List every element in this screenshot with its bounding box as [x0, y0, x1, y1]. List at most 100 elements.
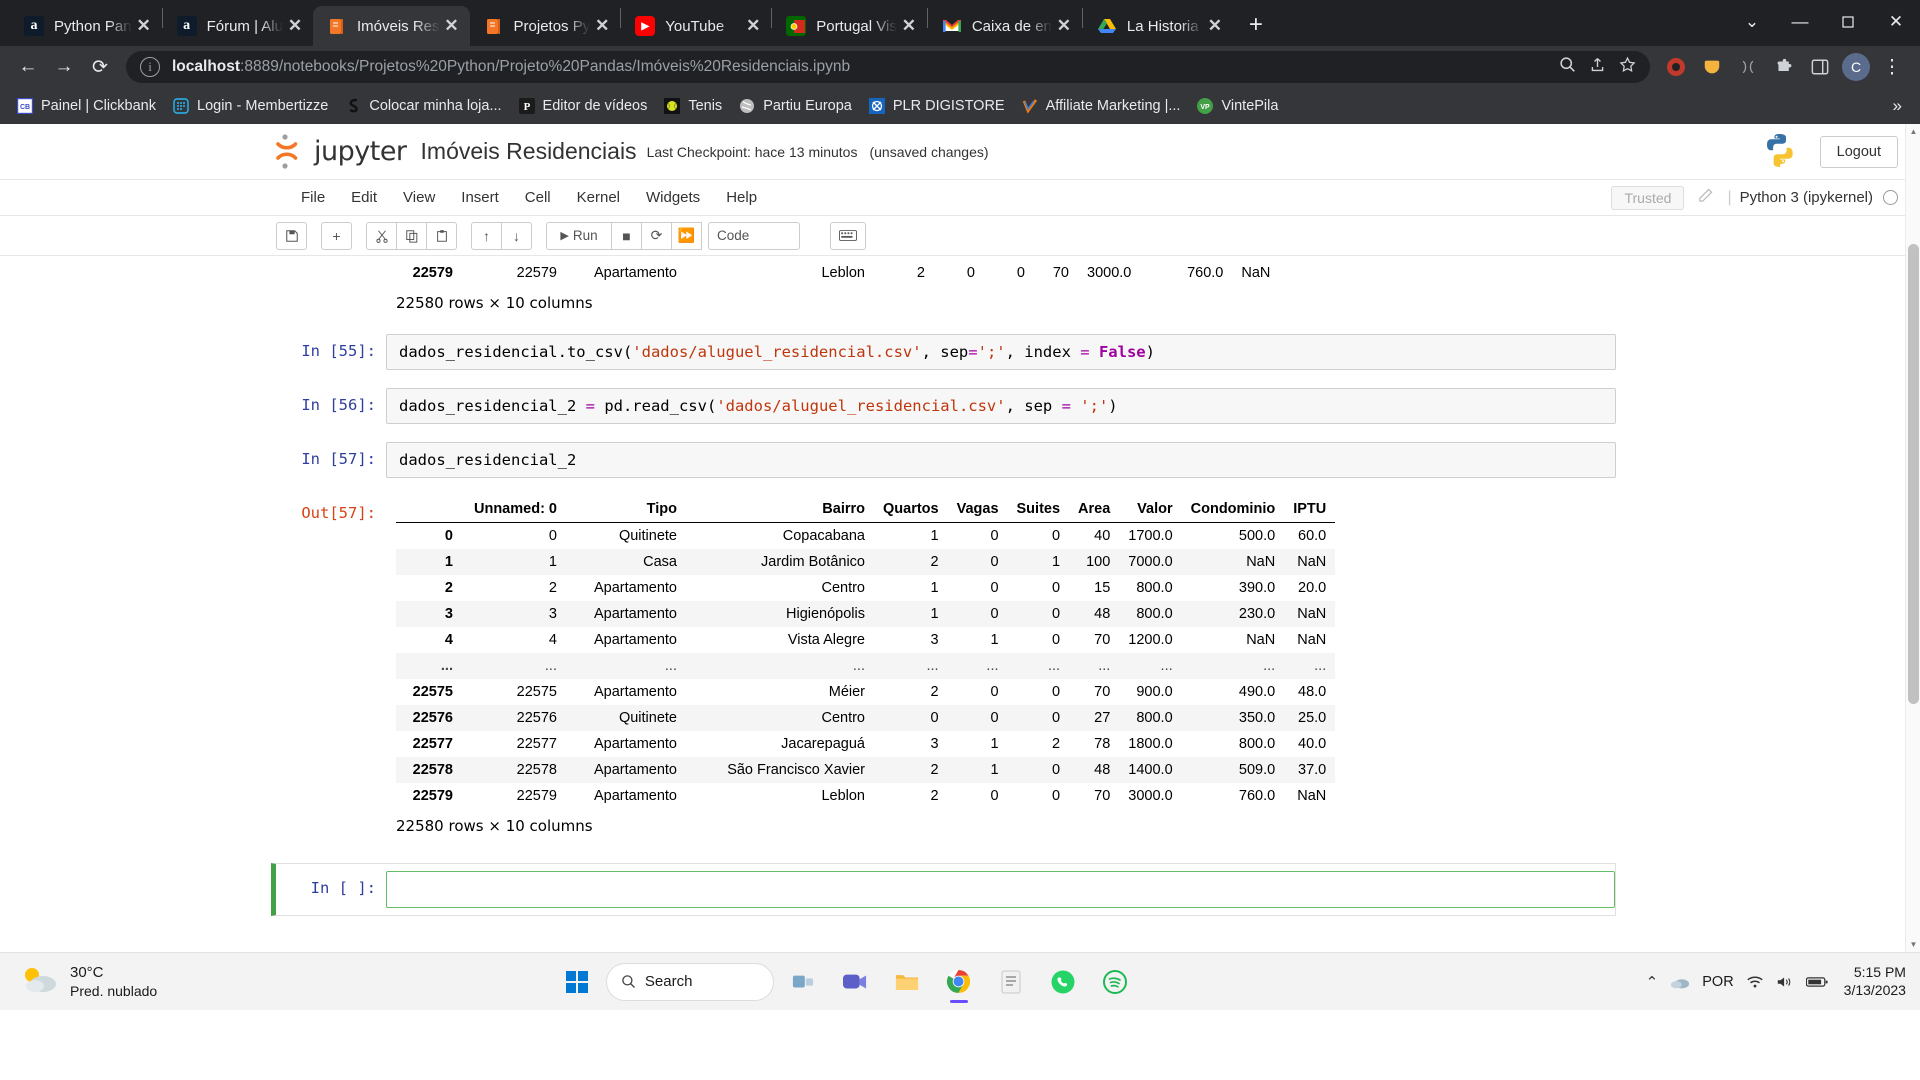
tray-chevron-icon[interactable]: ⌃ — [1646, 973, 1659, 991]
move-cell-up-button[interactable]: ↑ — [471, 221, 502, 250]
file-explorer-button[interactable] — [884, 959, 930, 1005]
notepad-button[interactable] — [988, 959, 1034, 1005]
bookmark-item[interactable]: VP VintePila — [1188, 93, 1286, 119]
minimize-button[interactable]: — — [1776, 0, 1824, 44]
chrome-button[interactable] — [936, 959, 982, 1005]
menu-item-widgets[interactable]: Widgets — [633, 185, 713, 210]
address-bar[interactable]: i localhost:8889/notebooks/Projetos%20Py… — [126, 51, 1650, 83]
menu-item-edit[interactable]: Edit — [338, 185, 390, 210]
close-tab-icon[interactable]: ✕ — [897, 14, 921, 38]
search-icon[interactable] — [1552, 56, 1582, 78]
code-editor-input[interactable]: dados_residencial.to_csv('dados/aluguel_… — [386, 334, 1616, 371]
taskbar-clock[interactable]: 5:15 PM 3/13/2023 — [1840, 964, 1906, 999]
close-tab-icon[interactable]: ✕ — [440, 14, 464, 38]
cut-cell-button[interactable] — [366, 221, 397, 250]
move-cell-down-button[interactable]: ↓ — [501, 221, 532, 250]
close-tab-icon[interactable]: ✕ — [283, 14, 307, 38]
star-icon[interactable] — [1612, 56, 1642, 78]
weather-widget[interactable]: 30°C Pred. nublado — [0, 962, 300, 1002]
side-panel-icon[interactable] — [1802, 49, 1838, 85]
notebook-title[interactable]: Imóveis Residenciais — [421, 138, 637, 165]
restart-kernel-button[interactable]: ⟳ — [641, 221, 672, 250]
pocket-icon[interactable] — [1694, 49, 1730, 85]
bookmark-item[interactable]: Tenis — [655, 93, 730, 119]
share-icon[interactable] — [1582, 56, 1612, 78]
battery-icon[interactable] — [1805, 976, 1828, 988]
teams-button[interactable] — [832, 959, 878, 1005]
wifi-icon[interactable] — [1746, 975, 1764, 989]
scrollbar-thumb[interactable] — [1908, 244, 1919, 704]
cell-type-select[interactable]: Code — [708, 221, 800, 250]
insert-cell-button[interactable]: + — [321, 221, 352, 250]
code-cell[interactable]: In [55]: dados_residencial.to_csv('dados/… — [276, 334, 1616, 371]
menu-item-cell[interactable]: Cell — [512, 185, 564, 210]
browser-chevron-icon[interactable]: ⌄ — [1728, 0, 1776, 44]
bookmark-item[interactable]: Login - Membertizze — [164, 93, 336, 119]
whatsapp-button[interactable] — [1040, 959, 1086, 1005]
bookmark-item[interactable]: Affiliate Marketing |... — [1013, 93, 1189, 119]
onedrive-cloud-icon[interactable] — [1670, 975, 1690, 989]
code-cell[interactable]: In [57]: dados_residencial_2 — [276, 442, 1616, 479]
paste-cell-button[interactable] — [426, 221, 457, 250]
save-button[interactable] — [276, 221, 307, 250]
bookmarks-overflow-icon[interactable]: » — [1883, 96, 1912, 116]
code-editor-input[interactable]: dados_residencial_2 — [386, 442, 1616, 479]
menu-item-view[interactable]: View — [390, 185, 448, 210]
language-indicator[interactable]: POR — [1702, 974, 1733, 990]
close-tab-icon[interactable]: ✕ — [590, 14, 614, 38]
volume-icon[interactable] — [1776, 975, 1794, 989]
code-editor-input[interactable]: dados_residencial_2 = pd.read_csv('dados… — [386, 388, 1616, 425]
browser-tab[interactable]: ▶ YouTube ✕ — [621, 6, 771, 46]
browser-tab[interactable]: Portugal Vis ✕ — [772, 6, 927, 46]
back-icon[interactable]: ← — [10, 49, 46, 85]
copy-cell-button[interactable] — [396, 221, 427, 250]
browser-tab[interactable]: Caixa de en ✕ — [928, 6, 1082, 46]
scroll-down-arrow-icon[interactable]: ▼ — [1906, 937, 1920, 952]
task-view-button[interactable] — [780, 959, 826, 1005]
restart-and-run-all-button[interactable]: ⏩ — [671, 221, 702, 250]
trusted-badge[interactable]: Trusted — [1611, 185, 1685, 210]
maximize-button[interactable] — [1824, 0, 1872, 44]
edit-pencil-icon[interactable] — [1698, 188, 1713, 207]
page-scrollbar[interactable]: ▲ ▼ — [1905, 124, 1920, 1010]
browser-tab[interactable]: a Python Pan ✕ — [10, 6, 162, 46]
lastpass-icon[interactable] — [1730, 49, 1766, 85]
close-tab-icon[interactable]: ✕ — [741, 14, 765, 38]
code-editor-input[interactable] — [386, 871, 1615, 908]
logout-button[interactable]: Logout — [1819, 135, 1898, 168]
bookmark-item[interactable]: P Editor de vídeos — [510, 93, 656, 119]
taskbar-search[interactable]: Search — [605, 962, 774, 1001]
start-windows-button[interactable] — [554, 959, 600, 1005]
code-cell[interactable]: In [56]: dados_residencial_2 = pd.read_cs… — [276, 388, 1616, 425]
menu-item-insert[interactable]: Insert — [448, 185, 512, 210]
chrome-menu-icon[interactable]: ⋮ — [1874, 49, 1910, 85]
menu-item-kernel[interactable]: Kernel — [564, 185, 633, 210]
bookmark-item[interactable]: CB Painel | Clickbank — [8, 93, 164, 119]
extension-circle-icon[interactable] — [1658, 49, 1694, 85]
reload-icon[interactable]: ⟳ — [82, 49, 118, 85]
close-tab-icon[interactable]: ✕ — [1203, 14, 1227, 38]
bookmark-item[interactable]: Partiu Europa — [730, 93, 860, 119]
browser-tab[interactable]: La Historia ✕ — [1083, 6, 1233, 46]
browser-tab[interactable]: Projetos Py ✕ — [470, 6, 621, 46]
extensions-puzzle-icon[interactable] — [1766, 49, 1802, 85]
jupyter-logo[interactable]: jupyter — [276, 132, 407, 172]
close-tab-icon[interactable]: ✕ — [132, 14, 156, 38]
spotify-button[interactable] — [1092, 959, 1138, 1005]
empty-code-cell[interactable]: In [ ]: — [271, 863, 1616, 916]
new-tab-button[interactable]: + — [1239, 9, 1273, 43]
profile-avatar[interactable]: C — [1842, 53, 1870, 81]
close-tab-icon[interactable]: ✕ — [1052, 14, 1076, 38]
command-palette-button[interactable] — [830, 221, 866, 250]
bookmark-item[interactable]: PLR DIGISTORE — [860, 93, 1013, 119]
interrupt-kernel-button[interactable]: ■ — [611, 221, 642, 250]
menu-item-help[interactable]: Help — [713, 185, 770, 210]
bookmark-item[interactable]: Colocar minha loja... — [336, 93, 509, 119]
forward-icon[interactable]: → — [46, 49, 82, 85]
menu-item-file[interactable]: File — [288, 185, 338, 210]
site-info-icon[interactable]: i — [140, 57, 160, 77]
browser-tab[interactable]: a Fórum | Alu ✕ — [163, 6, 313, 46]
scroll-up-arrow-icon[interactable]: ▲ — [1906, 124, 1920, 139]
run-cell-button[interactable]: ▶ Run — [546, 221, 612, 250]
close-window-button[interactable]: ✕ — [1872, 0, 1920, 44]
